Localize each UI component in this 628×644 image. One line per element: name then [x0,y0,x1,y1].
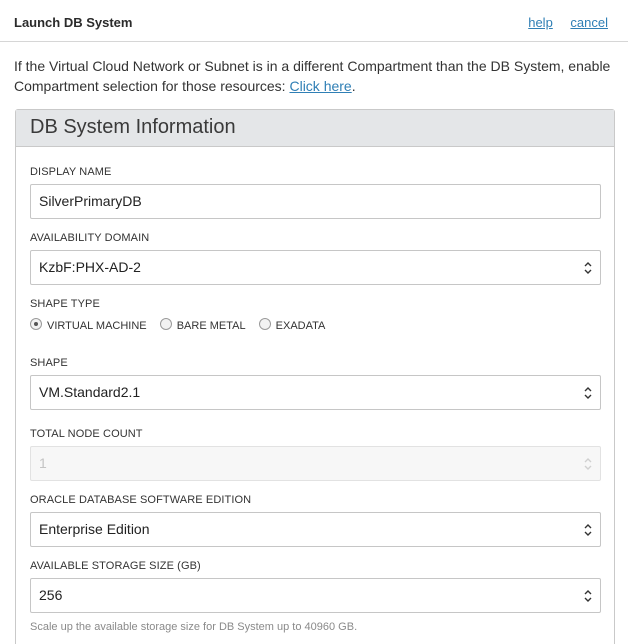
notice-suffix: . [351,78,356,94]
shape-type-field: SHAPE TYPE VIRTUAL MACHINE BARE METAL EX… [30,298,601,334]
cancel-link[interactable]: cancel [570,15,608,30]
availability-domain-field: AVAILABILITY DOMAIN KzbF:PHX-AD-2 [30,232,601,285]
stepper-arrows-icon[interactable] [583,588,593,604]
shape-field: SHAPE VM.Standard2.1 [30,357,601,410]
radio-bare-metal-label: BARE METAL [176,320,246,332]
compartment-notice: If the Virtual Cloud Network or Subnet i… [14,56,614,96]
shape-type-radio-group: VIRTUAL MACHINE BARE METAL EXADATA [30,318,601,334]
shape-select[interactable]: VM.Standard2.1 [30,375,601,410]
storage-label: AVAILABLE STORAGE SIZE (GB) [30,560,201,572]
click-here-link[interactable]: Click here [289,78,351,94]
storage-field: AVAILABLE STORAGE SIZE (GB) 256 Scale up… [30,560,601,633]
availability-domain-label: AVAILABILITY DOMAIN [30,232,150,244]
availability-domain-value: KzbF:PHX-AD-2 [39,259,141,275]
edition-field: ORACLE DATABASE SOFTWARE EDITION Enterpr… [30,494,601,547]
display-name-input[interactable] [39,185,579,217]
edition-label: ORACLE DATABASE SOFTWARE EDITION [30,494,252,506]
edition-select[interactable]: Enterprise Edition [30,512,601,547]
storage-value: 256 [39,587,63,603]
panel-title: DB System Information [30,116,236,138]
radio-bare-metal[interactable]: BARE METAL [159,318,246,332]
select-arrows-icon [584,458,592,470]
db-system-information-panel: DB System Information DISPLAY NAME AVAIL… [15,109,615,644]
help-link[interactable]: help [528,15,553,30]
radio-unselected-icon [159,318,172,330]
node-count-field: TOTAL NODE COUNT 1 [30,428,601,481]
node-count-label: TOTAL NODE COUNT [30,428,143,440]
display-name-field: DISPLAY NAME [30,166,601,219]
dialog-title: Launch DB System [14,15,133,30]
shape-label: SHAPE [30,357,68,369]
select-arrows-icon [584,262,592,274]
shape-type-label: SHAPE TYPE [30,298,100,310]
display-name-label: DISPLAY NAME [30,166,112,178]
availability-domain-select[interactable]: KzbF:PHX-AD-2 [30,250,601,285]
display-name-box [30,184,601,219]
radio-exadata-label: EXADATA [275,320,326,332]
node-count-stepper: 1 [30,446,601,481]
storage-helper-text: Scale up the available storage size for … [30,621,358,633]
radio-virtual-machine-label: VIRTUAL MACHINE [47,320,147,332]
select-arrows-icon [584,387,592,399]
node-count-value: 1 [39,455,47,471]
shape-value: VM.Standard2.1 [39,384,141,400]
edition-value: Enterprise Edition [39,521,150,537]
radio-virtual-machine[interactable]: VIRTUAL MACHINE [30,318,147,332]
radio-exadata[interactable]: EXADATA [258,318,326,332]
select-arrows-icon [584,524,592,536]
radio-unselected-icon [258,318,271,330]
radio-selected-icon [30,318,42,330]
storage-stepper[interactable]: 256 [30,578,601,613]
panel-header: DB System Information [16,110,614,147]
header-links: help cancel [514,15,608,30]
dialog-header: Launch DB System help cancel [0,0,628,42]
